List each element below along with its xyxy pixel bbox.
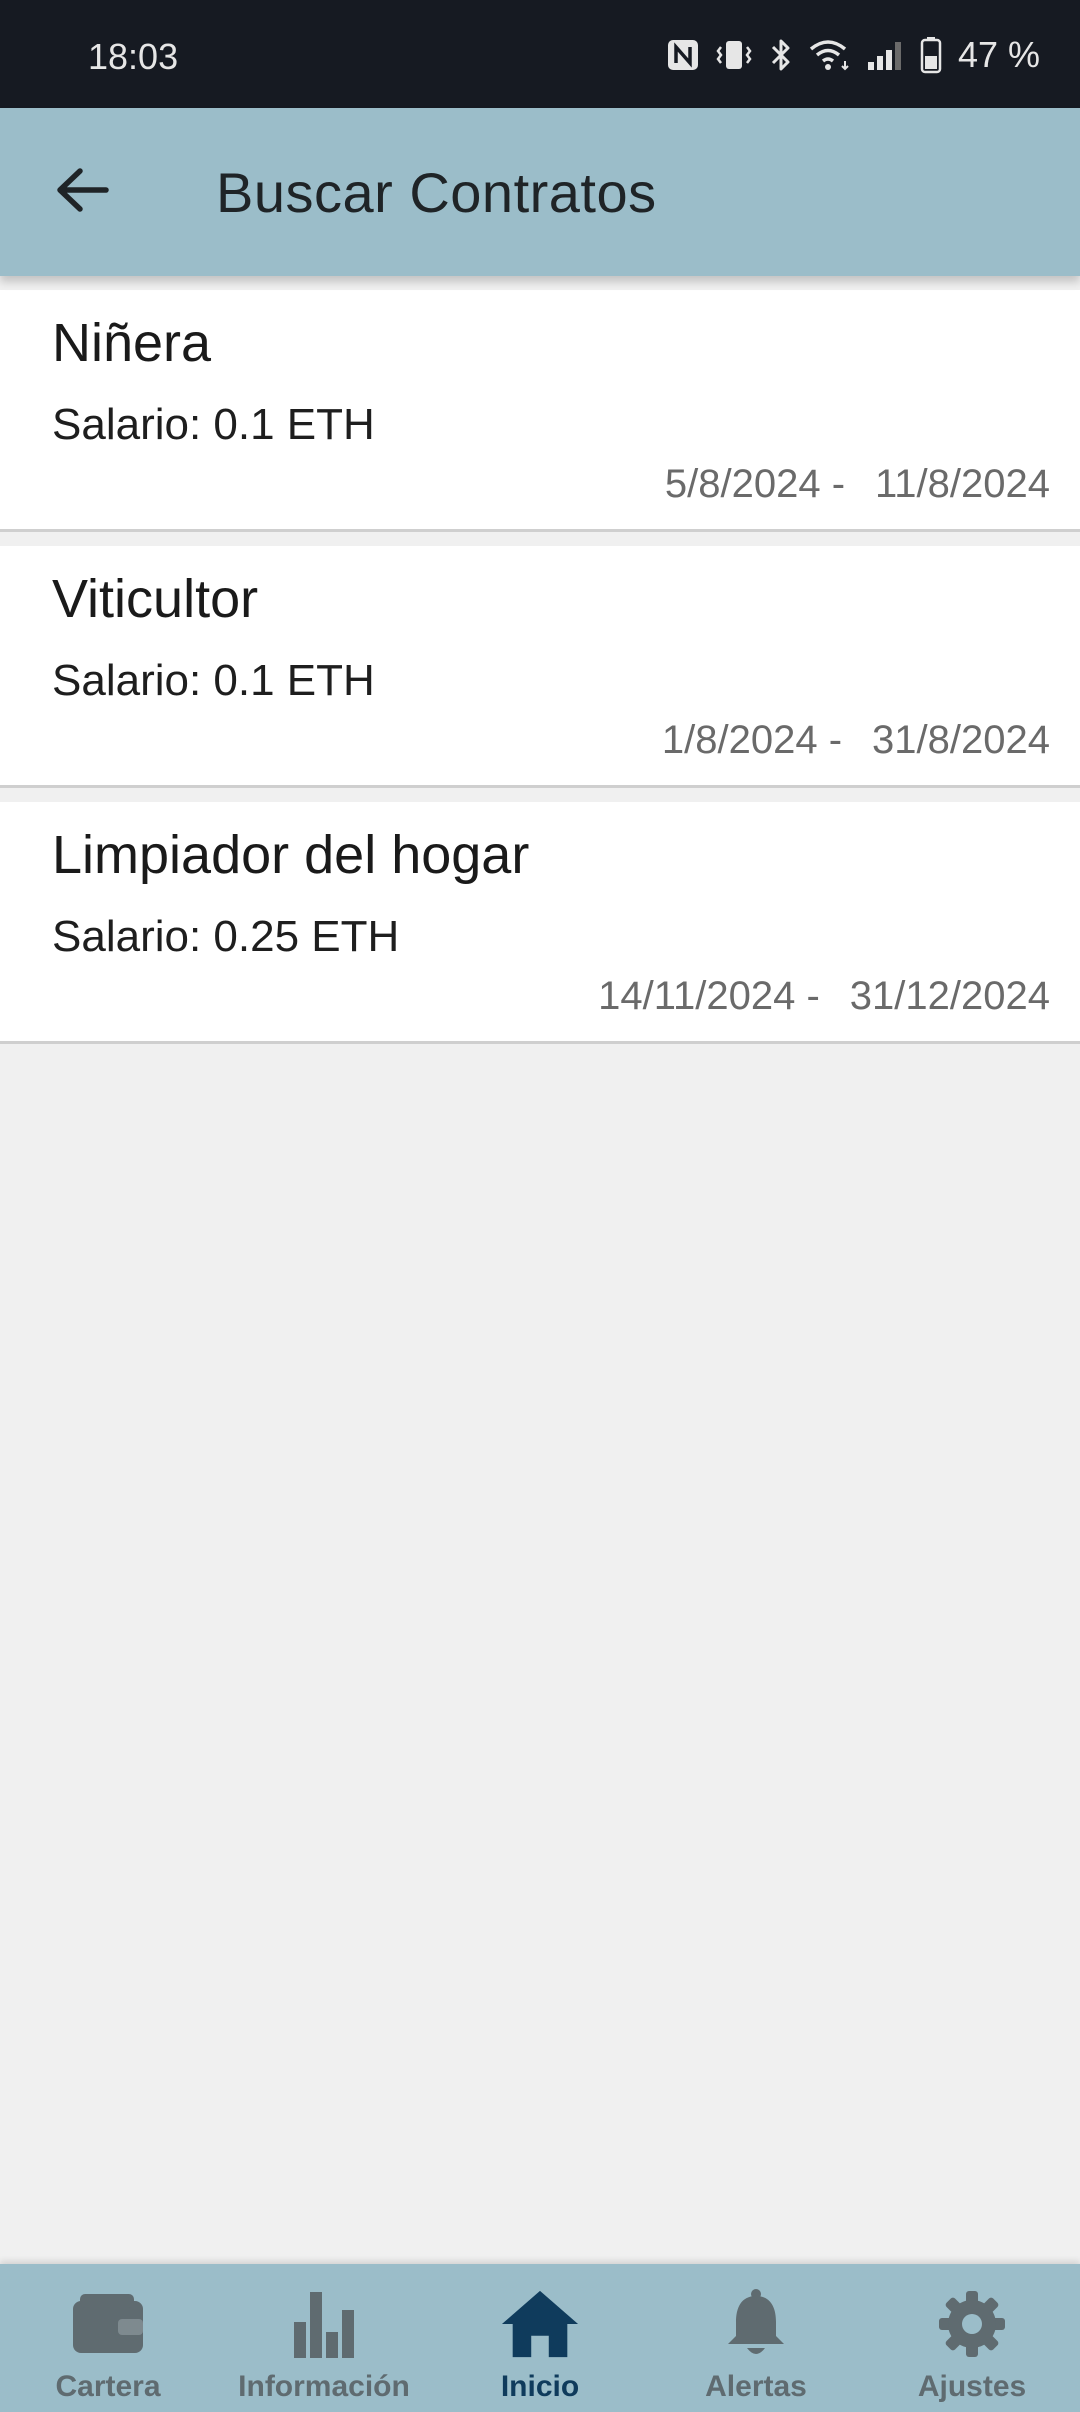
vibrate-icon [714, 38, 754, 72]
contract-dates: 5/8/2024 - 11/8/2024 [665, 462, 1050, 507]
arrow-left-icon [54, 165, 110, 220]
nav-label-cartera: Cartera [55, 2370, 161, 2403]
nav-label-alertas: Alertas [705, 2370, 807, 2403]
wallet-icon [68, 2288, 148, 2360]
gear-icon [932, 2288, 1012, 2360]
nav-label-informacion: Información [238, 2370, 410, 2403]
status-time: 18:03 [88, 36, 179, 77]
contract-title: Niñera [52, 313, 212, 373]
app-bar: Buscar Contratos [0, 108, 1080, 276]
contract-card-viticultor[interactable]: Viticultor Salario: 0.1 ETH 1/8/2024 - 31… [0, 546, 1080, 788]
contract-salary: Salario: 0.1 ETH [52, 400, 375, 449]
contract-start-date: 14/11/2024 - [598, 974, 820, 1018]
contract-end-date: 31/12/2024 [849, 974, 1050, 1018]
nav-item-alertas[interactable]: Alertas [648, 2264, 864, 2412]
bar-chart-icon [284, 2288, 364, 2360]
home-icon [500, 2288, 580, 2360]
nav-item-informacion[interactable]: Información [216, 2264, 432, 2412]
nav-item-ajustes[interactable]: Ajustes [864, 2264, 1080, 2412]
bell-icon [716, 2288, 796, 2360]
page-title: Buscar Contratos [216, 161, 657, 224]
contract-title: Limpiador del hogar [52, 825, 530, 885]
nfc-icon [666, 38, 700, 72]
battery-icon [920, 36, 942, 74]
signal-icon [866, 38, 906, 72]
contract-card-limpiador[interactable]: Limpiador del hogar Salario: 0.25 ETH 14… [0, 802, 1080, 1044]
back-button[interactable] [44, 154, 120, 230]
bottom-nav: Cartera Información Inicio Alertas Ajust… [0, 2264, 1080, 2412]
nav-label-inicio: Inicio [500, 2370, 580, 2403]
battery-percent: 47 % [957, 34, 1040, 75]
contract-title: Viticultor [52, 569, 259, 629]
contract-salary: Salario: 0.1 ETH [52, 656, 375, 705]
contract-start-date: 5/8/2024 - [664, 462, 846, 506]
contract-card-ninera[interactable]: Niñera Salario: 0.1 ETH 5/8/2024 - 11/8/2… [0, 290, 1080, 532]
contract-salary: Salario: 0.25 ETH [52, 912, 400, 961]
contract-list: Niñera Salario: 0.1 ETH 5/8/2024 - 11/8/2… [0, 290, 1080, 1058]
contract-end-date: 31/8/2024 [872, 718, 1050, 762]
screen: 18:03 47 % Buscar Contratos Niñera Salar… [0, 0, 1080, 2412]
wifi-icon [808, 37, 852, 73]
contract-start-date: 1/8/2024 - [661, 718, 843, 762]
status-bar: 18:03 47 % [0, 0, 1080, 108]
contract-dates: 1/8/2024 - 31/8/2024 [662, 718, 1050, 763]
bluetooth-icon [768, 37, 794, 73]
nav-item-inicio[interactable]: Inicio [432, 2264, 648, 2412]
contract-dates: 14/11/2024 - 31/12/2024 [598, 974, 1050, 1019]
nav-label-ajustes: Ajustes [917, 2370, 1027, 2403]
nav-item-cartera[interactable]: Cartera [0, 2264, 216, 2412]
contract-end-date: 11/8/2024 [875, 462, 1050, 506]
status-icons: 47 % [666, 34, 1040, 76]
